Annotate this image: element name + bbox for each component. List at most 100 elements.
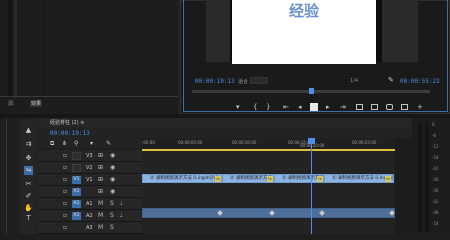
timeline-settings-icon[interactable]: ✎	[106, 140, 111, 147]
mute-icon[interactable]: M	[98, 200, 103, 207]
panel-edge	[6, 118, 7, 234]
ruler-tick-label: 00:00:25:00	[352, 140, 377, 145]
program-duration-timecode: 00:00:55:22	[400, 78, 440, 85]
nest-icon[interactable]: ⧉	[50, 140, 54, 148]
video-clip[interactable]: Ⓐ 录制视频演示方法 [Lingsh][V]	[324, 174, 394, 183]
export-frame-icon[interactable]	[386, 104, 393, 110]
project-tab-2[interactable]: 效果	[30, 100, 43, 107]
slip-tool-icon[interactable]: ✂	[24, 180, 33, 189]
solo-icon[interactable]: S	[110, 224, 114, 231]
type-tool-icon[interactable]: T	[24, 214, 33, 223]
track-target-active[interactable]: A1	[72, 188, 81, 196]
source-meter-right	[42, 0, 45, 98]
fx-badge: fx	[215, 176, 221, 182]
add-marker-timeline-icon[interactable]: ▾	[90, 140, 93, 147]
lock-icon[interactable]: ▫	[63, 224, 67, 231]
play-stop-button[interactable]	[310, 103, 318, 111]
mark-out-icon[interactable]: }	[266, 103, 270, 111]
track-label-v2: V2	[86, 165, 93, 171]
track-select-tool-icon[interactable]: ⇉	[24, 140, 33, 149]
video-overlay-text: 经验	[288, 2, 319, 20]
video-preview-right-ui	[382, 0, 418, 62]
timeline-timecode[interactable]: 00:00:19:13	[50, 130, 90, 137]
track-label-v1: V1	[86, 177, 93, 183]
timeline-tab-bar	[38, 118, 450, 127]
pen-tool-icon[interactable]: ✐	[24, 192, 33, 201]
ruler-tick-label: 00:00:05:00	[178, 140, 203, 145]
mark-in-icon[interactable]: {	[253, 103, 257, 111]
timeline-playhead-handle[interactable]	[308, 138, 315, 144]
wrench-icon[interactable]: ✎	[388, 76, 394, 84]
lock-icon[interactable]: ▫	[63, 164, 67, 171]
selection-tool-icon[interactable]: ▲	[24, 126, 33, 135]
mic-icon[interactable]: ♩	[120, 212, 123, 219]
sync-lock-icon[interactable]: ⊞	[98, 176, 103, 183]
timeline-playhead-line[interactable]	[311, 138, 312, 234]
step-forward-icon[interactable]: ▸	[326, 103, 330, 111]
program-playhead[interactable]	[309, 88, 314, 94]
audio-meter-left-channel	[418, 122, 422, 232]
mic-icon[interactable]: ♩	[120, 200, 123, 207]
mute-icon[interactable]: M	[98, 212, 103, 219]
sync-lock-icon[interactable]: ⊞	[98, 188, 103, 195]
meter-label: -42	[432, 199, 439, 204]
lock-icon[interactable]: ▫	[63, 212, 67, 219]
solo-icon[interactable]: S	[110, 200, 114, 207]
eye-icon[interactable]: ◉	[110, 164, 115, 171]
sequence-tab[interactable]: 经验脊柱 (2) ≡	[50, 119, 84, 126]
track-target[interactable]	[72, 152, 81, 160]
snap-icon[interactable]: ⋔	[62, 140, 67, 147]
track-header-a2: ▫ A1 A2 M S ♩	[38, 210, 142, 222]
button-editor-icon[interactable]	[401, 104, 408, 110]
panel-divider-line	[0, 96, 178, 97]
eye-icon[interactable]: ◉	[110, 188, 115, 195]
mute-icon[interactable]: M	[98, 224, 103, 231]
ripple-edit-tool-icon[interactable]: ✥	[24, 154, 33, 163]
lock-icon[interactable]: ▫	[63, 188, 67, 195]
media-browser-panel	[0, 118, 20, 234]
track-label-a2: A2	[86, 213, 93, 219]
go-to-in-icon[interactable]: ⇤	[283, 103, 289, 111]
extract-icon[interactable]	[371, 104, 378, 110]
track-target-active[interactable]: A1	[72, 200, 81, 208]
eye-icon[interactable]: ◉	[110, 176, 115, 183]
go-to-out-icon[interactable]: ⇥	[340, 103, 346, 111]
lock-icon[interactable]: ▫	[63, 200, 67, 207]
track-header-v-extra: ▫ A1 ⊞ ◉	[38, 186, 142, 198]
video-clip[interactable]: Ⓐ 录制视频演示方法 [Lingsh][V]	[142, 174, 222, 183]
program-current-timecode[interactable]: 00:00:19:13	[195, 78, 235, 85]
track-label-a1: A1	[86, 201, 93, 207]
resolution-dropdown[interactable]: 1/4	[350, 78, 358, 84]
track-label-v3: V3	[86, 153, 93, 159]
track-target-active[interactable]: A1	[72, 212, 81, 220]
sync-lock-icon[interactable]: ⊞	[98, 152, 103, 159]
sync-lock-icon[interactable]: ⊞	[98, 164, 103, 171]
video-preview-left-ui	[206, 0, 230, 62]
fx-badge: fx	[385, 176, 391, 182]
track-target-active[interactable]: V1	[72, 176, 81, 184]
ruler-tick-label: :00:00	[142, 140, 155, 145]
ruler-tick-label: 00:00:10:00	[232, 140, 257, 145]
track-header-v2: ▫ V2 ⊞ ◉	[38, 162, 142, 174]
timeline-vertical-scrollbar[interactable]	[395, 138, 412, 234]
meter-label: -54	[432, 221, 439, 226]
step-back-icon[interactable]: ◂	[298, 103, 302, 111]
lock-icon[interactable]: ▫	[63, 176, 67, 183]
source-meter-left	[8, 0, 12, 98]
razor-tool-icon[interactable]: ⇋	[24, 166, 33, 175]
lift-icon[interactable]	[356, 104, 363, 110]
track-header-v3: ▫ V3 ⊞ ◉	[38, 150, 142, 162]
track-target[interactable]	[72, 164, 81, 172]
meter-label: -36	[432, 188, 439, 193]
meter-label: -18	[432, 155, 439, 160]
work-area-bar[interactable]	[142, 149, 395, 151]
add-marker-icon[interactable]: ▾	[236, 103, 240, 111]
add-button-icon[interactable]: +	[417, 103, 423, 111]
solo-icon[interactable]: S	[110, 212, 114, 219]
eye-icon[interactable]: ◉	[110, 152, 115, 159]
project-tab-1[interactable]: 源:	[8, 100, 15, 107]
lock-icon[interactable]: ▫	[63, 152, 67, 159]
fit-dropdown[interactable]	[250, 77, 268, 84]
linked-selection-icon[interactable]: ⚲	[74, 140, 78, 147]
hand-tool-icon[interactable]: ✋	[24, 204, 33, 213]
